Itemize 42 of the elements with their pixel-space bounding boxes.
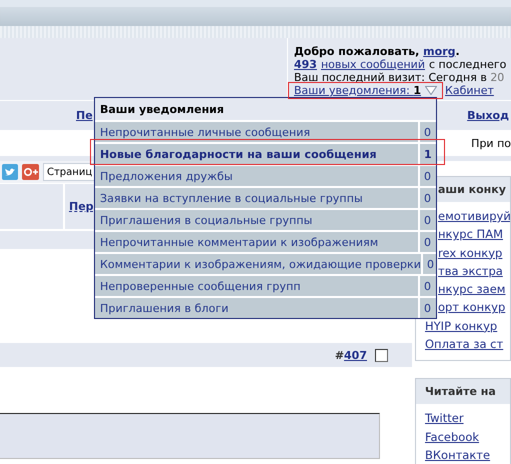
notification-item[interactable]: Непрочитанные комментарии к изображениям 0 [95,230,436,252]
notification-item[interactable]: Приглашения в социальные группы 0 [95,208,436,230]
dropdown-triangle-icon[interactable] [425,86,438,95]
sidebar-link[interactable]: нкурс заем [438,280,506,298]
sidebar-link[interactable]: тва экстра [438,262,503,280]
select-checkbox[interactable] [375,348,388,362]
panel-title: Читайте на [425,385,496,398]
last-visit-text: Ваш последний визит: Сегодня в 20 [294,71,506,84]
sidebar-link[interactable]: rex конкур [438,244,502,262]
sidebar-link[interactable]: Оплата за ст [425,335,504,354]
notification-item[interactable]: Приглашения в блоги 0 [95,296,436,318]
sidebar-link[interactable]: орт конкур [438,298,506,317]
username-link[interactable]: morg [423,45,456,58]
notice-text: При по [471,136,511,150]
sidebar-link[interactable]: Facebook [425,428,480,446]
page-label: Страниц [43,163,94,181]
new-posts-link[interactable]: новых сообщений [320,58,425,71]
sidebar-link[interactable]: Twitter [425,409,464,428]
notification-item[interactable]: Непроверенные сообщения групп 0 [95,274,436,296]
post-number: #407 [334,348,367,362]
notifications-link[interactable]: Ваши уведомления: 1 [294,84,422,97]
plus-icon[interactable] [22,164,39,180]
new-count-link[interactable]: 493 [294,58,317,71]
notification-item[interactable]: Комментарии к изображениям, ожидающие проверки 0 [95,252,436,274]
notification-item[interactable]: Заявки на вступление в социальные группы 0 [95,186,436,208]
sidebar-link[interactable]: нкурс ПАМ [438,225,503,244]
column-sort-link[interactable]: Пер [69,200,94,213]
post-number-link[interactable]: 407 [344,348,367,362]
bird-icon[interactable] [2,164,18,180]
sidebar-link[interactable]: HYIP конкур [425,316,498,336]
notification-item[interactable]: Непрочитанные личные сообщения 0 [95,120,436,142]
logout-link[interactable]: Выход [467,109,509,122]
nav-link[interactable]: Пе [76,109,93,122]
cabinet-link[interactable]: Кабинет [445,84,494,97]
since-text: с последнего [428,58,506,71]
panel-title: аши конку [438,183,506,196]
notification-item[interactable]: Новые благодарности на ваши сообщения 1 [95,142,436,164]
sidebar-link[interactable]: ВКонтакте [425,446,490,464]
welcome-text: Добро пожаловать, morg. [294,45,461,58]
notification-item[interactable]: Предложения дружбы 0 [95,164,436,186]
popup-title: Ваши уведомления [95,98,436,120]
sidebar-link[interactable]: емотивируй [438,207,510,226]
